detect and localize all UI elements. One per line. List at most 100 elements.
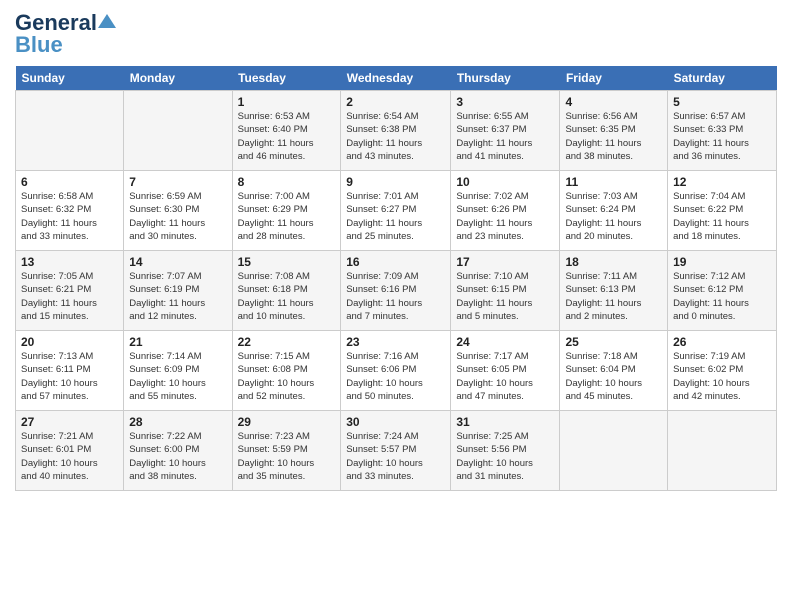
calendar-cell: 29Sunrise: 7:23 AM Sunset: 5:59 PM Dayli… <box>232 411 341 491</box>
day-info: Sunrise: 7:12 AM Sunset: 6:12 PM Dayligh… <box>673 270 771 323</box>
weekday-header-friday: Friday <box>560 66 668 91</box>
day-number: 6 <box>21 175 118 189</box>
day-number: 11 <box>565 175 662 189</box>
calendar-cell <box>124 91 232 171</box>
calendar-cell: 3Sunrise: 6:55 AM Sunset: 6:37 PM Daylig… <box>451 91 560 171</box>
day-number: 1 <box>238 95 336 109</box>
logo-blue-text: Blue <box>15 32 63 58</box>
calendar-cell: 24Sunrise: 7:17 AM Sunset: 6:05 PM Dayli… <box>451 331 560 411</box>
calendar-cell: 19Sunrise: 7:12 AM Sunset: 6:12 PM Dayli… <box>668 251 777 331</box>
day-info: Sunrise: 6:58 AM Sunset: 6:32 PM Dayligh… <box>21 190 118 243</box>
calendar-cell: 12Sunrise: 7:04 AM Sunset: 6:22 PM Dayli… <box>668 171 777 251</box>
day-info: Sunrise: 7:23 AM Sunset: 5:59 PM Dayligh… <box>238 430 336 483</box>
calendar-cell: 6Sunrise: 6:58 AM Sunset: 6:32 PM Daylig… <box>16 171 124 251</box>
day-number: 18 <box>565 255 662 269</box>
calendar-cell <box>668 411 777 491</box>
day-number: 25 <box>565 335 662 349</box>
day-number: 9 <box>346 175 445 189</box>
day-info: Sunrise: 7:13 AM Sunset: 6:11 PM Dayligh… <box>21 350 118 403</box>
weekday-header-thursday: Thursday <box>451 66 560 91</box>
weekday-header-wednesday: Wednesday <box>341 66 451 91</box>
day-number: 26 <box>673 335 771 349</box>
day-info: Sunrise: 7:16 AM Sunset: 6:06 PM Dayligh… <box>346 350 445 403</box>
day-info: Sunrise: 7:05 AM Sunset: 6:21 PM Dayligh… <box>21 270 118 323</box>
day-number: 24 <box>456 335 554 349</box>
day-number: 16 <box>346 255 445 269</box>
calendar-cell: 10Sunrise: 7:02 AM Sunset: 6:26 PM Dayli… <box>451 171 560 251</box>
calendar-cell <box>560 411 668 491</box>
day-info: Sunrise: 6:56 AM Sunset: 6:35 PM Dayligh… <box>565 110 662 163</box>
calendar-table: SundayMondayTuesdayWednesdayThursdayFrid… <box>15 66 777 491</box>
day-info: Sunrise: 6:55 AM Sunset: 6:37 PM Dayligh… <box>456 110 554 163</box>
calendar-cell: 18Sunrise: 7:11 AM Sunset: 6:13 PM Dayli… <box>560 251 668 331</box>
calendar-cell: 26Sunrise: 7:19 AM Sunset: 6:02 PM Dayli… <box>668 331 777 411</box>
day-info: Sunrise: 7:10 AM Sunset: 6:15 PM Dayligh… <box>456 270 554 323</box>
calendar-cell: 15Sunrise: 7:08 AM Sunset: 6:18 PM Dayli… <box>232 251 341 331</box>
day-number: 2 <box>346 95 445 109</box>
day-info: Sunrise: 7:18 AM Sunset: 6:04 PM Dayligh… <box>565 350 662 403</box>
day-info: Sunrise: 6:57 AM Sunset: 6:33 PM Dayligh… <box>673 110 771 163</box>
day-number: 4 <box>565 95 662 109</box>
day-number: 7 <box>129 175 226 189</box>
calendar-cell: 23Sunrise: 7:16 AM Sunset: 6:06 PM Dayli… <box>341 331 451 411</box>
day-info: Sunrise: 7:25 AM Sunset: 5:56 PM Dayligh… <box>456 430 554 483</box>
day-number: 12 <box>673 175 771 189</box>
logo-icon <box>98 12 116 30</box>
day-number: 30 <box>346 415 445 429</box>
calendar-cell: 16Sunrise: 7:09 AM Sunset: 6:16 PM Dayli… <box>341 251 451 331</box>
day-info: Sunrise: 7:15 AM Sunset: 6:08 PM Dayligh… <box>238 350 336 403</box>
calendar-cell <box>16 91 124 171</box>
day-number: 22 <box>238 335 336 349</box>
day-number: 31 <box>456 415 554 429</box>
calendar-cell: 8Sunrise: 7:00 AM Sunset: 6:29 PM Daylig… <box>232 171 341 251</box>
weekday-header-sunday: Sunday <box>16 66 124 91</box>
day-number: 20 <box>21 335 118 349</box>
calendar-cell: 28Sunrise: 7:22 AM Sunset: 6:00 PM Dayli… <box>124 411 232 491</box>
day-number: 17 <box>456 255 554 269</box>
calendar-cell: 17Sunrise: 7:10 AM Sunset: 6:15 PM Dayli… <box>451 251 560 331</box>
day-info: Sunrise: 6:59 AM Sunset: 6:30 PM Dayligh… <box>129 190 226 243</box>
day-number: 10 <box>456 175 554 189</box>
day-number: 21 <box>129 335 226 349</box>
day-number: 14 <box>129 255 226 269</box>
calendar-cell: 11Sunrise: 7:03 AM Sunset: 6:24 PM Dayli… <box>560 171 668 251</box>
day-info: Sunrise: 7:08 AM Sunset: 6:18 PM Dayligh… <box>238 270 336 323</box>
day-info: Sunrise: 7:01 AM Sunset: 6:27 PM Dayligh… <box>346 190 445 243</box>
day-info: Sunrise: 7:07 AM Sunset: 6:19 PM Dayligh… <box>129 270 226 323</box>
day-info: Sunrise: 7:11 AM Sunset: 6:13 PM Dayligh… <box>565 270 662 323</box>
calendar-cell: 27Sunrise: 7:21 AM Sunset: 6:01 PM Dayli… <box>16 411 124 491</box>
day-info: Sunrise: 7:02 AM Sunset: 6:26 PM Dayligh… <box>456 190 554 243</box>
day-number: 28 <box>129 415 226 429</box>
calendar-cell: 1Sunrise: 6:53 AM Sunset: 6:40 PM Daylig… <box>232 91 341 171</box>
day-number: 29 <box>238 415 336 429</box>
day-info: Sunrise: 7:09 AM Sunset: 6:16 PM Dayligh… <box>346 270 445 323</box>
weekday-header-monday: Monday <box>124 66 232 91</box>
day-info: Sunrise: 7:24 AM Sunset: 5:57 PM Dayligh… <box>346 430 445 483</box>
day-number: 5 <box>673 95 771 109</box>
calendar-header: SundayMondayTuesdayWednesdayThursdayFrid… <box>16 66 777 91</box>
day-info: Sunrise: 7:00 AM Sunset: 6:29 PM Dayligh… <box>238 190 336 243</box>
calendar-cell: 4Sunrise: 6:56 AM Sunset: 6:35 PM Daylig… <box>560 91 668 171</box>
calendar-cell: 7Sunrise: 6:59 AM Sunset: 6:30 PM Daylig… <box>124 171 232 251</box>
day-number: 23 <box>346 335 445 349</box>
logo: General Blue <box>15 10 116 58</box>
calendar-cell: 14Sunrise: 7:07 AM Sunset: 6:19 PM Dayli… <box>124 251 232 331</box>
calendar-cell: 9Sunrise: 7:01 AM Sunset: 6:27 PM Daylig… <box>341 171 451 251</box>
weekday-header-saturday: Saturday <box>668 66 777 91</box>
day-info: Sunrise: 7:21 AM Sunset: 6:01 PM Dayligh… <box>21 430 118 483</box>
day-number: 8 <box>238 175 336 189</box>
day-number: 13 <box>21 255 118 269</box>
day-info: Sunrise: 7:19 AM Sunset: 6:02 PM Dayligh… <box>673 350 771 403</box>
calendar-cell: 22Sunrise: 7:15 AM Sunset: 6:08 PM Dayli… <box>232 331 341 411</box>
day-info: Sunrise: 7:22 AM Sunset: 6:00 PM Dayligh… <box>129 430 226 483</box>
day-info: Sunrise: 6:53 AM Sunset: 6:40 PM Dayligh… <box>238 110 336 163</box>
calendar-cell: 2Sunrise: 6:54 AM Sunset: 6:38 PM Daylig… <box>341 91 451 171</box>
weekday-header-tuesday: Tuesday <box>232 66 341 91</box>
calendar-cell: 21Sunrise: 7:14 AM Sunset: 6:09 PM Dayli… <box>124 331 232 411</box>
day-number: 27 <box>21 415 118 429</box>
calendar-cell: 5Sunrise: 6:57 AM Sunset: 6:33 PM Daylig… <box>668 91 777 171</box>
day-info: Sunrise: 7:14 AM Sunset: 6:09 PM Dayligh… <box>129 350 226 403</box>
day-info: Sunrise: 6:54 AM Sunset: 6:38 PM Dayligh… <box>346 110 445 163</box>
day-number: 19 <box>673 255 771 269</box>
calendar-cell: 30Sunrise: 7:24 AM Sunset: 5:57 PM Dayli… <box>341 411 451 491</box>
